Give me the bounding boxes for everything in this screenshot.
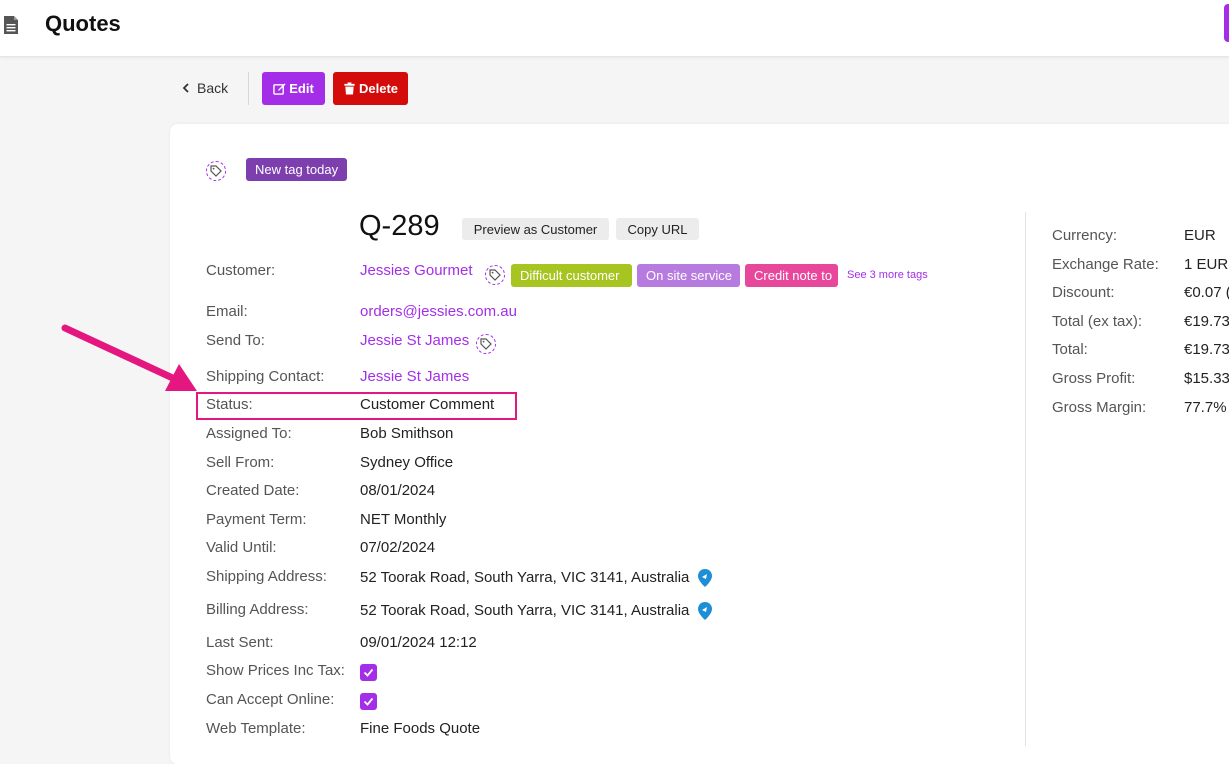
gross-profit-value: $15.33 [1184, 370, 1229, 387]
tag-icon [210, 165, 222, 177]
customer-tag-chip[interactable]: Credit note to [745, 264, 838, 287]
quote-number: Q-289 [359, 210, 440, 242]
created-date-label: Created Date: [206, 482, 300, 499]
valid-until-label: Valid Until: [206, 539, 277, 556]
exchange-rate-value: 1 EUR [1184, 256, 1229, 273]
customer-tag-chip[interactable]: Difficult customer [511, 264, 632, 287]
send-to-tag-button[interactable] [476, 334, 496, 354]
show-prices-inc-tax-label: Show Prices Inc Tax: [206, 662, 345, 679]
document-icon [4, 16, 18, 34]
gross-margin-label: Gross Margin: [1052, 399, 1147, 416]
sell-from-value: Sydney Office [360, 454, 454, 471]
status-highlight-box [196, 392, 517, 420]
web-template-label: Web Template: [206, 720, 306, 737]
edit-label: Edit [289, 81, 314, 96]
assigned-to-label: Assigned To: [206, 425, 292, 442]
back-label: Back [197, 80, 229, 96]
preview-as-customer-button[interactable]: Preview as Customer [462, 218, 609, 240]
annotation-arrow-icon [61, 324, 197, 391]
exchange-rate-label: Exchange Rate: [1052, 256, 1159, 273]
customer-tag-chip[interactable]: On site service [637, 264, 740, 287]
email-label: Email: [206, 303, 248, 320]
add-tag-button[interactable] [206, 161, 226, 181]
customer-link[interactable]: Jessies Gourmet [360, 262, 473, 279]
discount-label: Discount: [1052, 284, 1115, 301]
tag-icon [489, 269, 501, 281]
currency-label: Currency: [1052, 227, 1118, 244]
tag-icon [480, 338, 492, 350]
gross-profit-label: Gross Profit: [1052, 370, 1136, 387]
top-bar: Quotes [0, 0, 1229, 57]
delete-label: Delete [358, 81, 399, 96]
gross-margin-value: 77.7% [1184, 399, 1227, 416]
customer-label: Customer: [206, 262, 276, 279]
map-pin-icon[interactable] [698, 569, 712, 587]
last-sent-value: 09/01/2024 12:12 [360, 634, 477, 651]
tag-chip[interactable]: New tag today [246, 158, 348, 181]
total-ex-tax-value: €19.73 [1184, 313, 1229, 330]
shipping-address-label: Shipping Address: [206, 568, 327, 585]
assigned-to-value: Bob Smithson [360, 425, 454, 442]
payment-term-value: NET Monthly [360, 511, 447, 528]
send-to-link[interactable]: Jessie St James [360, 332, 469, 349]
checkmark-icon [363, 668, 374, 677]
page-title: Quotes [45, 11, 121, 36]
edit-icon [273, 83, 286, 95]
toolbar-divider [248, 72, 249, 105]
discount-value: €0.07 ( [1184, 284, 1229, 301]
delete-button[interactable]: Delete [333, 72, 408, 105]
back-button[interactable]: Back [181, 80, 228, 96]
edit-button[interactable]: Edit [262, 72, 325, 105]
total-label: Total: [1052, 341, 1088, 358]
checkmark-icon [363, 697, 374, 706]
column-divider [1025, 212, 1026, 746]
billing-address-value: 52 Toorak Road, South Yarra, VIC 3141, A… [360, 602, 690, 619]
shipping-contact-label: Shipping Contact: [206, 368, 325, 385]
created-date-value: 08/01/2024 [360, 482, 436, 499]
top-right-button[interactable] [1224, 4, 1229, 42]
web-template-value: Fine Foods Quote [360, 720, 481, 737]
payment-term-label: Payment Term: [206, 511, 307, 528]
map-pin-icon[interactable] [698, 602, 712, 620]
copy-url-button[interactable]: Copy URL [616, 218, 699, 240]
currency-value: EUR [1184, 227, 1216, 244]
total-ex-tax-label: Total (ex tax): [1052, 313, 1143, 330]
can-accept-online-checkbox[interactable] [360, 693, 377, 710]
can-accept-online-label: Can Accept Online: [206, 691, 335, 708]
total-value: €19.73 [1184, 341, 1229, 358]
email-link[interactable]: orders@jessies.com.au [360, 303, 517, 320]
shipping-contact-link[interactable]: Jessie St James [360, 368, 469, 385]
chevron-left-icon [182, 83, 189, 93]
trash-icon [344, 82, 355, 95]
shipping-address-value: 52 Toorak Road, South Yarra, VIC 3141, A… [360, 569, 690, 586]
sell-from-label: Sell From: [206, 454, 275, 471]
billing-address-label: Billing Address: [206, 601, 309, 618]
send-to-label: Send To: [206, 332, 265, 349]
show-prices-inc-tax-checkbox[interactable] [360, 664, 377, 681]
valid-until-value: 07/02/2024 [360, 539, 436, 556]
last-sent-label: Last Sent: [206, 634, 274, 651]
see-more-tags-link[interactable]: See 3 more tags [847, 269, 928, 281]
customer-tag-button[interactable] [485, 265, 505, 285]
